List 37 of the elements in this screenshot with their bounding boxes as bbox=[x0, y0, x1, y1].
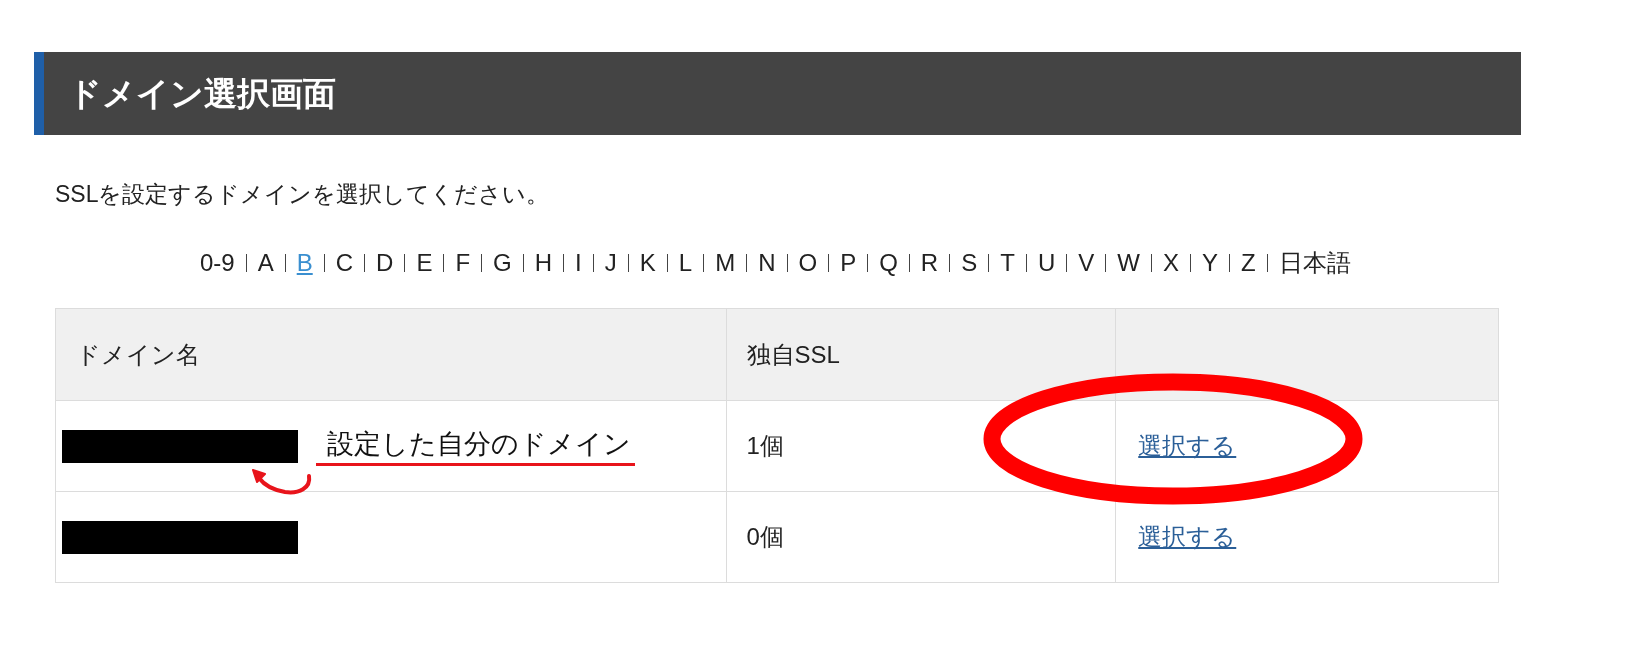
index-link[interactable]: H bbox=[534, 249, 553, 277]
page-heading: ドメイン選択画面 bbox=[68, 77, 336, 110]
index-link[interactable]: C bbox=[335, 249, 354, 277]
column-header: ドメイン名 bbox=[56, 309, 727, 401]
index-link[interactable]: W bbox=[1117, 249, 1140, 277]
index-link[interactable]: G bbox=[493, 249, 512, 277]
index-link[interactable]: O bbox=[798, 249, 818, 277]
index-link[interactable]: Q bbox=[879, 249, 898, 277]
index-link[interactable]: L bbox=[678, 249, 693, 277]
instruction-text: SSLを設定するドメインを選択してください。 bbox=[55, 181, 550, 207]
select-link[interactable]: 選択する bbox=[1138, 428, 1237, 464]
index-link[interactable]: Z bbox=[1240, 249, 1256, 277]
index-link[interactable]: F bbox=[455, 249, 471, 277]
table-cell: 1個 bbox=[726, 401, 1117, 492]
index-link[interactable]: K bbox=[639, 249, 656, 277]
table-cell: 0個 bbox=[726, 492, 1117, 583]
index-link[interactable]: M bbox=[715, 249, 736, 277]
index-link[interactable]: U bbox=[1037, 249, 1056, 277]
index-link[interactable]: 0-9 bbox=[200, 249, 235, 277]
index-link[interactable]: I bbox=[575, 249, 582, 277]
curved-arrow bbox=[251, 468, 313, 496]
index-link[interactable]: N bbox=[758, 249, 776, 277]
index-link[interactable]: V bbox=[1078, 249, 1095, 277]
index-link[interactable]: E bbox=[416, 249, 433, 277]
index-link[interactable]: Y bbox=[1201, 249, 1218, 277]
handwritten-note: 設定した自分のドメイン bbox=[316, 426, 635, 466]
index-link[interactable]: A bbox=[257, 249, 274, 277]
index-link[interactable]: S bbox=[961, 249, 978, 277]
index-link[interactable]: 日本語 bbox=[1278, 249, 1351, 277]
index-link[interactable]: D bbox=[376, 249, 394, 277]
index-link[interactable]: R bbox=[920, 249, 939, 277]
index-link[interactable]: T bbox=[1000, 249, 1015, 277]
index-link[interactable]: J bbox=[604, 249, 617, 277]
index-link[interactable]: P bbox=[840, 249, 857, 277]
select-link[interactable]: 選択する bbox=[1138, 519, 1237, 555]
index-link[interactable]: X bbox=[1162, 249, 1179, 277]
column-header: 独自SSL bbox=[726, 309, 1117, 401]
